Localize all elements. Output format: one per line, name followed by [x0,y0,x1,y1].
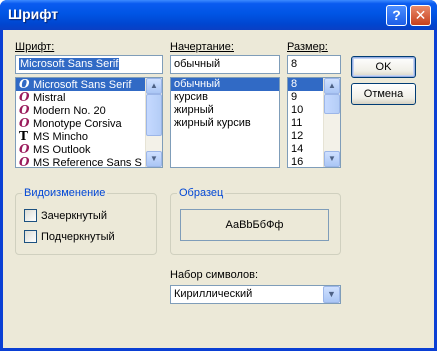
scroll-thumb[interactable] [146,94,162,136]
style-list-items: обычный курсив жирный жирный курсив [171,78,279,130]
effects-group-title: Видоизменение [22,187,108,199]
cancel-button[interactable]: Отмена [351,83,416,105]
font-list-items: O Microsoft Sans Serif O Mistral O Modern No.… [16,78,162,168]
font-input[interactable]: Microsoft Sans Serif [15,55,163,74]
font-list-item[interactable]: O MS Outlook [16,143,162,157]
font-list-item[interactable]: O Microsoft Sans Serif [16,78,162,91]
style-input-value: обычный [174,58,221,70]
font-list-item[interactable]: O Monotype Corsiva [16,117,162,131]
charset-select[interactable]: Кириллический ▼ [170,285,341,304]
strikeout-checkbox[interactable] [24,209,37,222]
size-list[interactable]: 8 9 10 11 12 14 16 ▲ ▼ [287,77,341,168]
dialog-body: Шрифт: Microsoft Sans Serif O Microsoft S… [3,30,434,348]
size-input-value: 8 [291,58,298,70]
charset-label: Набор символов: [170,269,259,281]
font-list-item[interactable]: O Mistral [16,91,162,105]
scroll-thumb[interactable] [324,94,340,114]
opentype-font-icon: O [19,155,30,168]
font-list-item-label: Mistral [33,92,66,104]
font-label: Шрифт: [15,41,54,53]
style-label-text: Начертание: [170,41,234,53]
font-list-item[interactable]: O MS Reference Sans S [16,156,162,168]
font-list-item-label: MS Mincho [33,131,89,143]
font-input-value: Microsoft Sans Serif [19,58,120,70]
window-title: Шрифт [8,6,59,22]
underline-label[interactable]: Подчеркнутый [41,231,115,243]
size-input[interactable]: 8 [287,55,341,74]
style-input[interactable]: обычный [170,55,280,74]
font-list-item-label: Monotype Corsiva [33,118,122,130]
chevron-down-icon[interactable]: ▼ [323,286,340,303]
ok-button[interactable]: OK [351,56,416,78]
font-list-item-label: MS Outlook [33,144,91,156]
font-list-item-label: Modern No. 20 [33,105,106,117]
style-list-item[interactable]: обычный [171,78,279,91]
charset-value: Кириллический [174,288,253,300]
title-bar[interactable]: Шрифт ? ✕ [0,0,437,30]
font-list-item[interactable]: O Modern No. 20 [16,104,162,118]
help-icon: ? [392,7,401,23]
size-label: Размер: [287,41,328,53]
font-list-item-label: Microsoft Sans Serif [33,79,132,91]
effects-group: Видоизменение [15,187,157,255]
scroll-down-icon[interactable]: ▼ [324,151,340,167]
sample-preview: АаBbБбФф [180,209,329,241]
close-button[interactable]: ✕ [410,5,431,26]
strikeout-label[interactable]: Зачеркнутый [41,210,107,222]
font-list-scrollbar[interactable]: ▲ ▼ [145,78,162,167]
style-label: Начертание: [170,41,234,53]
style-list-item[interactable]: курсив [171,91,279,104]
font-dialog: Шрифт ? ✕ Шрифт: Microsoft Sans Serif OM… [0,0,437,351]
size-label-text: Размер: [287,41,328,53]
font-list-item-label: MS Reference Sans S [33,157,142,168]
style-list-item[interactable]: жирный [171,104,279,117]
style-list[interactable]: обычный курсив жирный жирный курсив [170,77,280,168]
sample-group-title: Образец [177,187,226,199]
scroll-down-icon[interactable]: ▼ [146,151,162,167]
close-icon: ✕ [414,7,427,23]
help-button[interactable]: ? [386,5,407,26]
style-list-item[interactable]: жирный курсив [171,117,279,130]
font-list[interactable]: O Microsoft Sans Serif O Mistral O Modern No.… [15,77,163,168]
font-list-item[interactable]: T MS Mincho [16,130,162,144]
font-label-text: Шрифт: [15,41,55,53]
underline-checkbox[interactable] [24,230,37,243]
size-list-scrollbar[interactable]: ▲ ▼ [323,78,340,167]
scroll-up-icon[interactable]: ▲ [324,78,340,94]
scroll-up-icon[interactable]: ▲ [146,78,162,94]
